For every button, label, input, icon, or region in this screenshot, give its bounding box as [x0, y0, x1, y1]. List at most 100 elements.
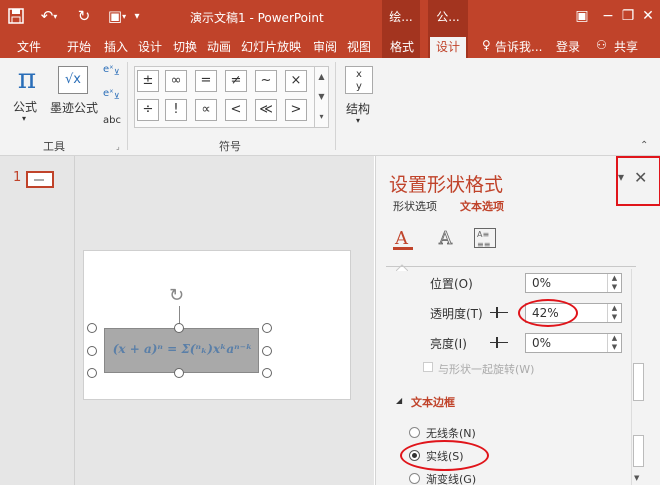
transparency-slider-track[interactable] — [490, 312, 508, 313]
tab-shape-options[interactable]: 形状选项 — [393, 198, 437, 214]
structure-button[interactable]: 结构 — [346, 100, 370, 117]
minimize-icon[interactable]: − — [597, 5, 619, 27]
symbol-proportional[interactable]: ∝ — [195, 99, 217, 121]
tab-insert[interactable]: 插入 — [104, 38, 128, 56]
tab-home[interactable]: 开始 — [67, 38, 91, 56]
restore-icon[interactable]: ❐ — [617, 5, 639, 27]
close-window-icon[interactable]: ✕ — [637, 5, 659, 27]
collapse-ribbon-icon[interactable]: ⌃ — [640, 140, 648, 151]
symbol-factorial[interactable]: ! — [165, 99, 187, 121]
scrollbar-thumb[interactable] — [633, 363, 644, 401]
resize-handle[interactable] — [262, 346, 272, 356]
tab-text-options[interactable]: 文本选项 — [460, 198, 504, 214]
rotate-handle-icon[interactable]: ↻ — [169, 285, 184, 306]
symbol-plus-minus[interactable]: ± — [137, 70, 159, 92]
symbol-infinity[interactable]: ∞ — [165, 70, 187, 92]
text-effects-icon[interactable]: A — [436, 226, 458, 252]
pane-scrollbar[interactable]: ▼ — [631, 269, 645, 485]
ink-equation-button[interactable]: 墨迹公式 — [50, 99, 98, 116]
slideshow-icon[interactable]: ▣ ▾ — [104, 6, 130, 26]
symbol-divide[interactable]: ÷ — [137, 99, 159, 121]
symbol-less-than[interactable]: < — [225, 99, 247, 121]
symbol-equals[interactable]: = — [195, 70, 217, 92]
slide[interactable]: ↻ (x + a)ⁿ = Σ(ⁿₖ)xᵏaⁿ⁻ᵏ — [83, 250, 351, 400]
equation-text: (x + a)ⁿ = Σ(ⁿₖ)xᵏaⁿ⁻ᵏ — [112, 342, 253, 356]
save-icon[interactable] — [6, 6, 26, 26]
position-label: 位置(O) — [430, 277, 473, 291]
tell-me-box[interactable]: 告诉我... — [495, 38, 542, 56]
chevron-down-icon[interactable]: ▾ — [356, 116, 360, 125]
svg-text:A: A — [438, 228, 453, 249]
symbol-greater-than[interactable]: > — [285, 99, 307, 121]
rotate-with-shape-checkbox[interactable] — [423, 362, 433, 372]
equation-box[interactable]: (x + a)ⁿ = Σ(ⁿₖ)xᵏaⁿ⁻ᵏ — [104, 328, 259, 373]
resize-handle[interactable] — [174, 323, 184, 333]
section-collapse-icon[interactable]: ◢ — [396, 396, 402, 405]
spin-arrows[interactable]: ▲ ▼ — [607, 274, 621, 292]
format-shape-pane: 设置形状格式 形状选项 文本选项 ▾ ✕ A A A≡ ≡≡ 位置(O) 0% ▲… — [375, 156, 660, 486]
text-fill-outline-icon[interactable]: A — [392, 226, 414, 252]
no-line-label: 无线条(N) — [426, 427, 476, 440]
position-value: 0% — [532, 276, 552, 290]
normal-text-icon[interactable]: abc — [103, 115, 121, 126]
transparency-slider-thumb[interactable] — [496, 307, 498, 318]
svg-text:A: A — [394, 228, 409, 249]
scrollbar-thumb-lower[interactable] — [633, 435, 644, 467]
tab-file[interactable]: 文件 — [17, 38, 41, 56]
tab-animations[interactable]: 动画 — [207, 38, 231, 56]
symbol-times[interactable]: × — [285, 70, 307, 92]
symbol-much-less[interactable]: ≪ — [255, 99, 277, 121]
tab-design[interactable]: 设计 — [138, 38, 162, 56]
linear-icon[interactable]: eˣ⊻ — [103, 88, 120, 102]
close-icon[interactable]: ✕ — [634, 168, 647, 187]
undo-icon[interactable]: ↶ ▾ — [36, 6, 62, 26]
tools-launcher-icon[interactable]: ⌟ — [116, 142, 120, 151]
spin-arrows[interactable]: ▲ ▼ — [607, 304, 621, 322]
transparency-label: 透明度(T) — [430, 307, 483, 321]
pi-icon[interactable]: π — [12, 64, 42, 94]
scroll-down-icon[interactable]: ▼ — [634, 474, 644, 485]
tab-format[interactable]: 格式 — [390, 38, 414, 56]
brightness-slider-track[interactable] — [490, 342, 508, 343]
fraction-icon[interactable]: xy — [345, 66, 373, 94]
redo-icon[interactable]: ↻ — [75, 6, 93, 26]
symbol-not-equal[interactable]: ≠ — [225, 70, 247, 92]
brightness-spinner[interactable]: 0% ▲ ▼ — [525, 333, 622, 353]
ink-equation-icon[interactable]: √x — [58, 66, 88, 94]
professional-icon[interactable]: eˣ⊻ — [103, 64, 120, 78]
title-bar: ↶ ▾ ↻ ▣ ▾ ▾ 演示文稿1 - PowerPoint 绘... 公... ▣… — [0, 0, 660, 33]
resize-handle[interactable] — [87, 368, 97, 378]
resize-handle[interactable] — [87, 346, 97, 356]
tab-review[interactable]: 审阅 — [313, 38, 337, 56]
login-link[interactable]: 登录 — [556, 38, 580, 56]
slide-thumbnail[interactable] — [26, 171, 54, 188]
spin-arrows[interactable]: ▲ ▼ — [607, 334, 621, 352]
ctx-tab-equation[interactable]: 公... — [428, 0, 468, 33]
resize-handle[interactable] — [262, 368, 272, 378]
transparency-highlight — [518, 299, 578, 327]
position-spinner[interactable]: 0% ▲ ▼ — [525, 273, 622, 293]
resize-handle[interactable] — [174, 368, 184, 378]
textbox-icon[interactable]: A≡ ≡≡ — [474, 228, 496, 249]
share-button[interactable]: 共享 — [614, 38, 638, 56]
symbol-tilde[interactable]: ~ — [255, 70, 277, 92]
share-icon[interactable]: ⚇ — [596, 38, 607, 56]
ctx-tab-drawing[interactable]: 绘... — [382, 0, 420, 33]
formula-button[interactable]: 公式 — [13, 98, 37, 115]
tab-view[interactable]: 视图 — [347, 38, 371, 56]
resize-handle[interactable] — [262, 323, 272, 333]
no-line-radio[interactable] — [409, 427, 420, 438]
slide-number: 1 — [13, 170, 22, 185]
brightness-slider-thumb[interactable] — [496, 337, 498, 348]
chevron-down-icon[interactable]: ▾ — [22, 114, 26, 123]
tab-equation-design[interactable]: 设计 — [430, 37, 466, 58]
group-divider — [335, 62, 336, 150]
text-border-section-title[interactable]: 文本边框 — [411, 394, 455, 410]
customize-qat-icon[interactable]: ▾ — [132, 6, 142, 26]
ribbon-display-icon[interactable]: ▣ — [571, 5, 593, 27]
gradient-line-radio[interactable] — [409, 473, 420, 484]
tab-transitions[interactable]: 切换 — [173, 38, 197, 56]
gallery-scroll[interactable]: ▲ ▼ ▾ — [314, 67, 328, 127]
resize-handle[interactable] — [87, 323, 97, 333]
tab-slideshow[interactable]: 幻灯片放映 — [241, 38, 301, 56]
